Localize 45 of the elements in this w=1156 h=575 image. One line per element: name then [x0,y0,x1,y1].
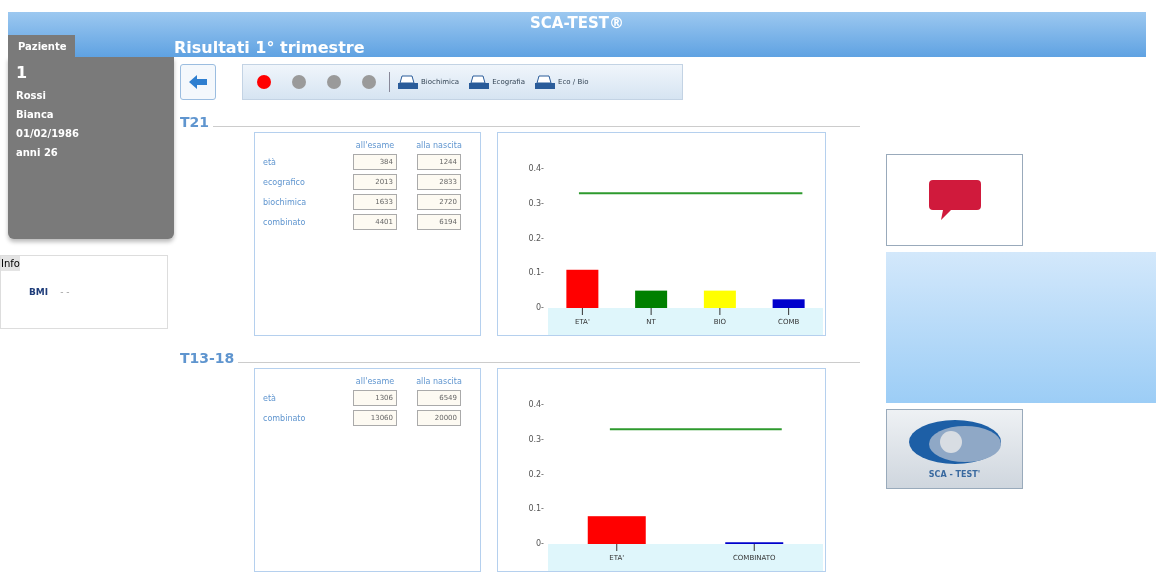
info-title: Info [1,256,20,271]
column-header: all'esame [355,141,395,150]
printer-icon [535,75,556,89]
printer-icon [469,75,490,89]
patient-tab[interactable]: Paziente [8,35,75,57]
y-tick-label: 0.2- [528,469,544,479]
comment-button[interactable] [886,154,1023,246]
step-indicator[interactable] [362,75,376,89]
y-tick-label: 0.2- [528,233,544,243]
info-label: BMI [29,287,49,297]
info-value: - - [60,287,70,297]
section-title: T13-18 [180,350,235,366]
patient-field: Rossi [16,90,46,101]
left-arrow-icon [189,75,207,89]
column-header: all'esame [355,377,395,386]
patient-field: 1 [16,63,28,82]
speech-bubble-icon [928,180,981,220]
patient-field: 01/02/1986 [16,128,79,139]
row-label: combinato [263,413,307,423]
y-tick-label: 0.4- [528,164,544,173]
row-label: età [263,393,277,403]
y-tick-label: 0.3- [528,434,544,444]
patient-field: Bianca [16,109,54,120]
column-header: alla nascita [416,377,462,386]
step-indicator[interactable] [292,75,306,89]
column-header: alla nascita [416,141,462,150]
y-tick-label: 0- [536,539,544,548]
patient-field: anni 26 [16,147,58,158]
y-tick-label: 0.4- [528,400,544,409]
back-button[interactable] [180,64,216,100]
page-title: Risultati 1° trimestre [174,38,365,57]
step-indicator[interactable] [327,75,341,89]
y-tick-label: 0.3- [528,198,544,208]
row-label: biochimica [263,197,308,207]
row-label: età [263,157,277,167]
section-title: T21 [180,114,210,130]
step-indicator[interactable] [257,75,271,89]
logo-text: SCA - TEST' [928,470,981,479]
row-label: combinato [263,217,307,227]
y-tick-label: 0.1- [528,268,544,278]
printer-icon [398,75,418,89]
y-tick-label: 0- [536,303,544,312]
app-title: SCA-TEST® [529,14,625,32]
row-label: ecografico [263,177,306,187]
y-tick-label: 0.1- [528,504,544,514]
